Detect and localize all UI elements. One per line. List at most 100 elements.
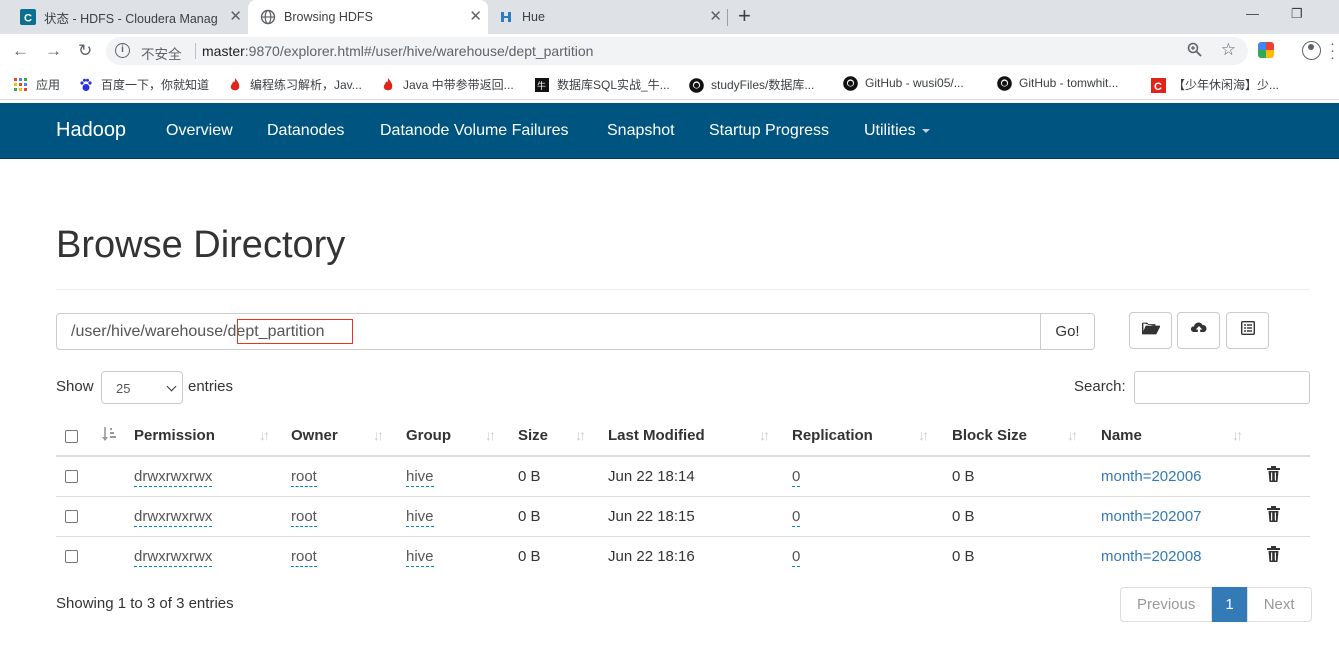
forward-arrow-icon[interactable]: → — [45, 42, 62, 60]
directory-name-link[interactable]: month=202008 — [1101, 548, 1202, 565]
col-actions — [1261, 416, 1310, 457]
page-size-select[interactable]: 25 — [101, 371, 183, 404]
sort-header[interactable] — [101, 416, 134, 457]
bookmark-programming[interactable]: 编程练习解析，Jav... — [228, 76, 362, 93]
menu-kebab-icon[interactable]: · · · — [1330, 36, 1335, 65]
tab-hue[interactable]: Hue ✕ — [488, 0, 728, 34]
bookmark-baidu[interactable]: 百度一下，你就知道 — [79, 76, 209, 93]
size-cell: 0 B — [518, 535, 608, 576]
last-modified-cell: Jun 22 18:15 — [608, 495, 792, 536]
col-replication[interactable]: Replication ↓↑ — [792, 416, 952, 457]
col-owner[interactable]: Owner ↓↑ — [291, 416, 406, 457]
trash-icon[interactable] — [1267, 546, 1280, 563]
nav-overview[interactable]: Overview — [166, 122, 233, 140]
col-group[interactable]: Group ↓↑ — [406, 416, 518, 457]
col-block-size-label: Block Size — [952, 427, 1028, 444]
nav-datanodes[interactable]: Datanodes — [267, 122, 344, 140]
profile-avatar-icon[interactable] — [1302, 41, 1321, 60]
col-block-size[interactable]: Block Size ↓↑ — [952, 416, 1101, 457]
url-text[interactable]: master:9870/explorer.html#/user/hive/war… — [202, 43, 593, 59]
col-name[interactable]: Name ↓↑ — [1101, 416, 1261, 457]
folder-open-icon — [1141, 321, 1161, 340]
csdn-icon: C — [1151, 77, 1166, 93]
close-icon[interactable]: ✕ — [229, 9, 242, 25]
owner-link[interactable]: root — [291, 467, 317, 487]
restore-icon[interactable]: ❐ — [1291, 6, 1303, 22]
search-input[interactable] — [1134, 371, 1310, 404]
back-arrow-icon[interactable]: ← — [12, 42, 29, 60]
replication-link[interactable]: 0 — [792, 507, 801, 527]
group-link[interactable]: hive — [406, 507, 434, 527]
navbar-brand[interactable]: Hadoop — [56, 119, 126, 142]
owner-link[interactable]: root — [291, 507, 317, 527]
col-last-modified[interactable]: Last Modified ↓↑ — [608, 416, 792, 457]
url-path: :9870/explorer.html#/user/hive/warehouse… — [244, 43, 594, 59]
nav-datanode-volume-failures[interactable]: Datanode Volume Failures — [380, 122, 569, 140]
svg-text:C: C — [1154, 81, 1162, 93]
cut-paste-button[interactable] — [1226, 312, 1269, 349]
go-button[interactable]: Go! — [1040, 313, 1095, 350]
permission-link[interactable]: drwxrwxrwx — [134, 507, 213, 527]
bookmark-studyfiles[interactable]: studyFiles/数据库... — [689, 76, 814, 93]
security-label[interactable]: 不安全 — [141, 43, 182, 63]
file-table: Permission ↓↑ Owner ↓↑ Group ↓↑ Size ↓↑ Last… — [56, 416, 1310, 576]
directory-name-link[interactable]: month=202006 — [1101, 468, 1202, 485]
permission-link[interactable]: drwxrwxrwx — [134, 547, 213, 567]
directory-path-input[interactable]: /user/hive/warehouse/dept_partition — [56, 313, 1041, 350]
group-cell: hive — [406, 455, 518, 496]
nav-startup-progress[interactable]: Startup Progress — [709, 122, 829, 140]
directory-name-link[interactable]: month=202007 — [1101, 508, 1202, 525]
bookmark-nowcoder[interactable]: 牛 数据库SQL实战_牛... — [535, 76, 670, 93]
tab-browsing-hdfs[interactable]: Browsing HDFS ✕ — [248, 0, 488, 34]
nav-snapshot[interactable]: Snapshot — [607, 122, 675, 140]
list-alt-icon — [1240, 320, 1255, 340]
trash-icon[interactable] — [1267, 506, 1280, 522]
sort-icon: ↓↑ — [1232, 427, 1243, 443]
actions-cell — [1261, 535, 1310, 576]
block-size-cell: 0 B — [952, 535, 1101, 576]
row-checkbox[interactable] — [65, 470, 78, 484]
bookmark-label: studyFiles/数据库... — [711, 78, 815, 92]
row-checkbox[interactable] — [65, 510, 78, 524]
page-1-button[interactable]: 1 — [1212, 587, 1247, 622]
sort-icon: ↓↑ — [759, 427, 770, 443]
select-all-checkbox[interactable] — [65, 429, 78, 443]
replication-link[interactable]: 0 — [792, 467, 801, 487]
group-link[interactable]: hive — [406, 467, 434, 487]
close-icon[interactable]: ✕ — [709, 9, 722, 25]
table-info: Showing 1 to 3 of 3 entries — [56, 595, 234, 612]
next-button[interactable]: Next — [1246, 587, 1312, 622]
col-permission[interactable]: Permission ↓↑ — [134, 416, 291, 457]
permission-link[interactable]: drwxrwxrwx — [134, 467, 213, 487]
bookmark-github-wusi[interactable]: GitHub - wusi05/... — [843, 76, 964, 91]
reload-icon[interactable]: ↻ — [78, 42, 92, 60]
col-permission-label: Permission — [134, 427, 215, 444]
bookmark-github-tomwhite[interactable]: GitHub - tomwhit... — [997, 76, 1119, 91]
bookmark-csdn[interactable]: C 【少年休闲海】少... — [1151, 76, 1279, 93]
nav-utilities[interactable]: Utilities — [864, 122, 930, 140]
omnibox[interactable]: i 不安全 master:9870/explorer.html#/user/hi… — [106, 37, 1248, 65]
zoom-icon[interactable] — [1187, 42, 1202, 60]
bookmark-label: GitHub - tomwhit... — [1019, 76, 1119, 90]
bookmark-java[interactable]: Java 中带参带返回... — [381, 76, 514, 93]
minimize-icon[interactable]: — — [1246, 6, 1259, 21]
upload-button[interactable] — [1177, 312, 1220, 349]
col-group-label: Group — [406, 427, 451, 444]
owner-link[interactable]: root — [291, 547, 317, 567]
bookmark-star-icon[interactable]: ☆ — [1221, 40, 1236, 60]
new-tab-plus-icon[interactable]: + — [738, 5, 751, 27]
previous-button[interactable]: Previous — [1120, 587, 1213, 622]
extension-icon[interactable] — [1258, 42, 1274, 58]
trash-icon[interactable] — [1267, 466, 1280, 483]
group-link[interactable]: hive — [406, 547, 434, 567]
nowcoder-icon: 牛 — [535, 77, 549, 92]
row-select-cell — [56, 495, 101, 536]
replication-link[interactable]: 0 — [792, 547, 801, 567]
tab-cloudera[interactable]: C 状态 - HDFS - Cloudera Manag ✕ — [8, 0, 248, 34]
row-checkbox[interactable] — [65, 550, 78, 564]
bookmark-apps[interactable]: 应用 — [14, 76, 60, 93]
col-size[interactable]: Size ↓↑ — [518, 416, 608, 457]
info-icon[interactable]: i — [115, 43, 130, 58]
close-icon[interactable]: ✕ — [469, 9, 482, 25]
create-directory-button[interactable] — [1129, 312, 1172, 349]
